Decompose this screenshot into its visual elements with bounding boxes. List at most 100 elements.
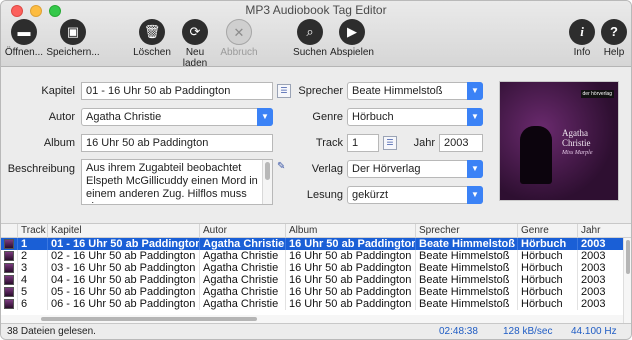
- folder-icon: ▬: [11, 19, 37, 45]
- reload-icon: ⟳: [182, 19, 208, 45]
- help-icon: ?: [601, 19, 627, 45]
- jahr-label: Jahr: [413, 137, 435, 149]
- table-vertical-scrollbar[interactable]: [623, 238, 631, 324]
- track-table: Track Kapitel Autor Album Sprecher Genre…: [1, 223, 631, 324]
- cover-art[interactable]: der hörverlag Agatha Christie Miss Marpl…: [499, 81, 619, 201]
- table-horizontal-scroll-thumb[interactable]: [41, 317, 257, 321]
- header-jahr[interactable]: Jahr: [577, 224, 623, 238]
- beschreibung-textarea[interactable]: Aus ihrem Zugabteil beobachtet Elspeth M…: [81, 159, 273, 205]
- album-label: Album: [43, 137, 75, 149]
- header-icon-column[interactable]: [1, 224, 17, 238]
- cover-author: Agatha Christie: [562, 128, 591, 148]
- autor-label: Autor: [48, 111, 75, 123]
- chevron-down-icon[interactable]: ▼: [467, 82, 483, 100]
- track-field[interactable]: 1: [347, 134, 379, 152]
- reload-button[interactable]: ⟳ Neu laden: [173, 19, 217, 69]
- header-genre[interactable]: Genre: [517, 224, 577, 238]
- kapitel-label: Kapitel: [41, 85, 75, 97]
- header-autor[interactable]: Autor: [199, 224, 285, 238]
- header-kapitel[interactable]: Kapitel: [47, 224, 199, 238]
- table-row[interactable]: 2 02 - 16 Uhr 50 ab Paddington Agatha Ch…: [1, 250, 623, 262]
- beschreibung-text: Aus ihrem Zugabteil beobachtet Elspeth M…: [86, 162, 258, 204]
- app-window: MP3 Audiobook Tag Editor ▬ Öffnen... ▣ S…: [0, 0, 632, 340]
- table-row[interactable]: 1 01 - 16 Uhr 50 ab Paddington Agatha Ch…: [1, 238, 623, 250]
- cover-silhouette: [520, 126, 552, 184]
- cover-publisher: der hörverlag: [580, 90, 614, 98]
- genre-label: Genre: [312, 111, 343, 123]
- table-horizontal-scrollbar[interactable]: [1, 315, 623, 323]
- open-label: Öffnen...: [4, 47, 44, 58]
- beschreibung-label: Beschreibung: [7, 163, 75, 175]
- help-label: Help: [603, 47, 625, 58]
- kapitel-list-icon[interactable]: ☰: [277, 84, 291, 98]
- status-bar: 38 Dateien gelesen. 02:48:38 128 kB/sec …: [1, 323, 631, 339]
- lesung-value: gekürzt: [352, 189, 389, 201]
- info-label: Info: [573, 47, 591, 58]
- jahr-field[interactable]: 2003: [439, 134, 483, 152]
- search-label: Suchen: [293, 47, 327, 58]
- album-field[interactable]: 16 Uhr 50 ab Paddington: [81, 134, 273, 152]
- cover-thumbnail-icon: [4, 299, 14, 309]
- play-button[interactable]: ▶ Abspielen: [329, 19, 375, 58]
- sprecher-combobox[interactable]: Beate Himmelstoß ▼: [347, 82, 483, 100]
- table-vertical-scroll-thumb[interactable]: [626, 240, 630, 274]
- reload-label: Neu laden: [182, 47, 208, 69]
- abort-label: Abbruch: [220, 47, 258, 58]
- kapitel-field[interactable]: 01 - 16 Uhr 50 ab Paddington: [81, 82, 273, 100]
- sprecher-label: Sprecher: [298, 85, 343, 97]
- save-button[interactable]: ▣ Speichern...: [45, 19, 101, 58]
- help-button[interactable]: ? Help: [599, 19, 629, 58]
- open-button[interactable]: ▬ Öffnen...: [3, 19, 45, 58]
- genre-combobox[interactable]: Hörbuch ▼: [347, 108, 483, 126]
- track-list-icon[interactable]: ☰: [383, 136, 397, 150]
- table-row[interactable]: 4 04 - 16 Uhr 50 ab Paddington Agatha Ch…: [1, 274, 623, 286]
- chevron-down-icon[interactable]: ▼: [257, 108, 273, 126]
- delete-label: Löschen: [133, 47, 171, 58]
- search-icon: ⌕: [297, 19, 323, 45]
- table-header: Track Kapitel Autor Album Sprecher Genre…: [1, 224, 631, 238]
- table-row[interactable]: 3 03 - 16 Uhr 50 ab Paddington Agatha Ch…: [1, 262, 623, 274]
- search-button[interactable]: ⌕ Suchen: [293, 19, 327, 58]
- info-icon: i: [569, 19, 595, 45]
- abort-button[interactable]: ✕ Abbruch: [219, 19, 259, 58]
- lesung-combobox[interactable]: gekürzt ▼: [347, 186, 483, 204]
- header-sprecher[interactable]: Sprecher: [415, 224, 517, 238]
- cover-thumbnail-icon: [4, 263, 14, 273]
- track-label: Track: [315, 137, 343, 149]
- cover-thumbnail-icon: [4, 251, 14, 261]
- verlag-label: Verlag: [311, 163, 343, 175]
- header-track[interactable]: Track: [17, 224, 47, 238]
- autor-value: Agatha Christie: [86, 111, 162, 123]
- cover-thumbnail-icon: [4, 287, 14, 297]
- cover-thumbnail-icon: [4, 239, 14, 249]
- floppy-disk-icon: ▣: [60, 19, 86, 45]
- status-message: 38 Dateien gelesen.: [7, 326, 96, 337]
- info-button[interactable]: i Info: [567, 19, 597, 58]
- sprecher-value: Beate Himmelstoß: [352, 85, 443, 97]
- play-label: Abspielen: [330, 47, 374, 58]
- toolbar: MP3 Audiobook Tag Editor ▬ Öffnen... ▣ S…: [1, 1, 631, 69]
- cover-thumbnail-icon: [4, 275, 14, 285]
- chevron-down-icon[interactable]: ▼: [467, 186, 483, 204]
- play-icon: ▶: [339, 19, 365, 45]
- table-row[interactable]: 6 06 - 16 Uhr 50 ab Paddington Agatha Ch…: [1, 298, 623, 310]
- beschreibung-scrollbar[interactable]: [262, 160, 272, 204]
- chevron-down-icon[interactable]: ▼: [467, 160, 483, 178]
- genre-value: Hörbuch: [352, 111, 394, 123]
- verlag-value: Der Hörverlag: [352, 163, 421, 175]
- edit-description-icon[interactable]: ✎: [277, 161, 290, 173]
- table-row[interactable]: 5 05 - 16 Uhr 50 ab Paddington Agatha Ch…: [1, 286, 623, 298]
- window-title: MP3 Audiobook Tag Editor: [245, 3, 387, 17]
- header-album[interactable]: Album: [285, 224, 415, 238]
- lesung-label: Lesung: [306, 189, 343, 201]
- chevron-down-icon[interactable]: ▼: [467, 108, 483, 126]
- status-bitrate: 128 kB/sec: [503, 326, 553, 337]
- delete-button[interactable]: 🗑 Löschen: [131, 19, 173, 58]
- verlag-combobox[interactable]: Der Hörverlag ▼: [347, 160, 483, 178]
- cover-subtitle: Miss Marple: [562, 150, 593, 156]
- status-duration: 02:48:38: [439, 326, 478, 337]
- autor-combobox[interactable]: Agatha Christie ▼: [81, 108, 273, 126]
- save-label: Speichern...: [46, 47, 100, 58]
- trash-icon: 🗑: [139, 19, 165, 45]
- beschreibung-scroll-thumb[interactable]: [265, 162, 270, 180]
